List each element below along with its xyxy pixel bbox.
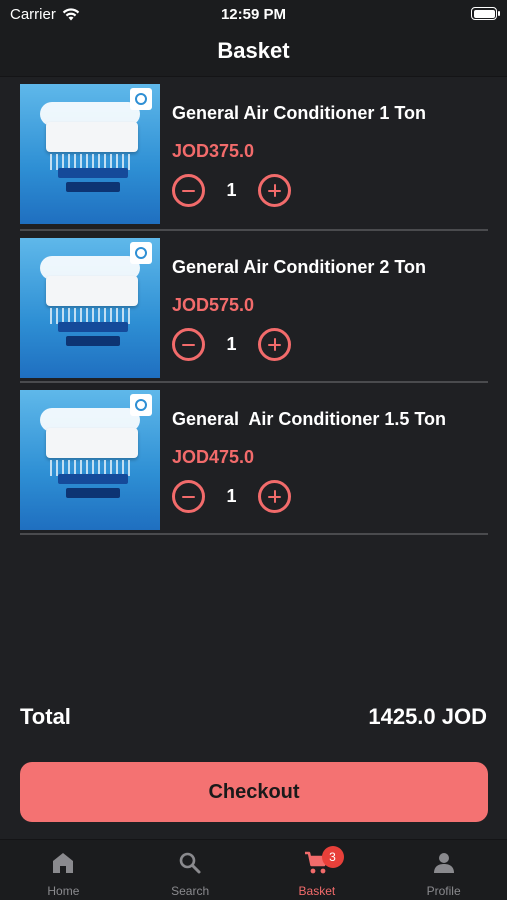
total-label: Total [20,704,71,729]
quantity-stepper: 1 [172,480,291,513]
quantity-stepper: 1 [172,174,291,207]
item-name: General Air Conditioner 2 Ton [172,257,427,277]
tab-label: Basket [298,884,336,898]
item-name: General Air Conditioner 1.5 Ton [172,409,447,429]
product-image[interactable] [20,238,160,378]
cart-item: General Air Conditioner 1.5 Ton JOD475.0… [20,383,488,535]
tab-search[interactable]: Search [127,840,254,900]
tab-home[interactable]: Home [0,840,127,900]
cart-item: General Air Conditioner 2 Ton JOD575.0 1 [20,231,488,383]
person-icon [433,853,454,873]
search-icon [179,852,201,874]
tab-label: Home [47,884,80,898]
cart-item: General Air Conditioner 1 Ton JOD375.0 1 [20,77,488,231]
tab-basket[interactable]: 3 Basket [254,840,381,900]
status-bar: Carrier 12:59 PM [0,0,507,30]
cart-list: General Air Conditioner 1 Ton JOD375.0 1… [20,77,488,535]
decrease-quantity-button[interactable] [172,328,205,361]
increase-quantity-button[interactable] [258,328,291,361]
total-value: 1425.0 JOD [368,704,487,729]
home-icon [53,853,74,873]
increase-quantity-button[interactable] [258,480,291,513]
tab-bar: Home Search 3 Basket Profile [0,839,507,900]
nav-bar: Basket [0,30,507,77]
product-image[interactable] [20,84,160,224]
battery-icon [471,7,500,20]
decrease-quantity-button[interactable] [172,480,205,513]
checkout-button[interactable]: Checkout [20,762,488,822]
cart-count-badge: 3 [321,846,344,868]
status-time: 12:59 PM [220,6,287,23]
quantity-value: 1 [226,486,237,506]
tab-label: Search [171,884,210,898]
tab-profile[interactable]: Profile [380,840,507,900]
quantity-stepper: 1 [172,328,291,361]
item-price: JOD575.0 [172,295,255,315]
item-price: JOD375.0 [172,141,255,161]
page-title: Basket [217,38,290,63]
tab-label: Profile [426,884,461,898]
quantity-value: 1 [226,334,237,354]
quantity-value: 1 [226,180,237,200]
product-image[interactable] [20,390,160,530]
increase-quantity-button[interactable] [258,174,291,207]
decrease-quantity-button[interactable] [172,174,205,207]
item-name: General Air Conditioner 1 Ton [172,103,427,123]
item-price: JOD475.0 [172,447,255,467]
